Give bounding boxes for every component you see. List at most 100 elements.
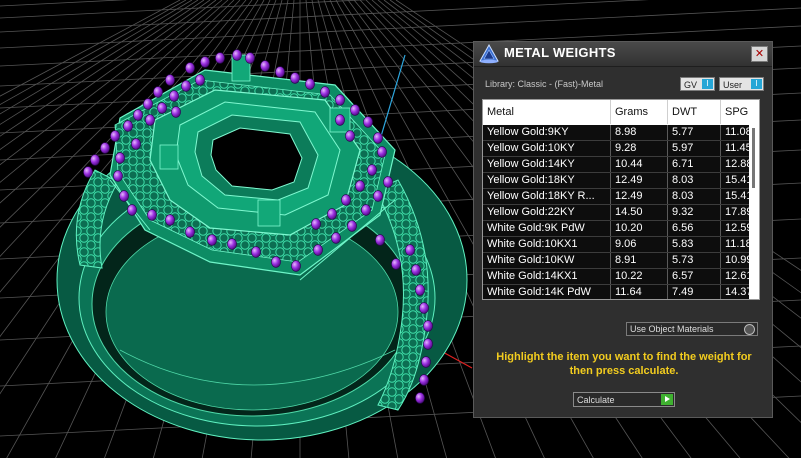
cell-grams: 10.22 — [611, 269, 668, 284]
cell-dwt: 5.97 — [668, 141, 721, 156]
gemstone — [375, 234, 385, 246]
table-row[interactable]: Yellow Gold:22KY14.509.32 17.89 — [483, 205, 749, 221]
cell-spg: 17.89 — [725, 206, 749, 218]
table-row[interactable]: White Gold:10KX19.065.83 11.18 — [483, 237, 749, 253]
gemstone — [181, 80, 191, 92]
cell-metal: Yellow Gold:18KY R... — [483, 189, 611, 204]
user-library-toggle[interactable]: User I — [719, 77, 764, 91]
table-row[interactable]: White Gold:9K PdW10.206.56 12.59 — [483, 221, 749, 237]
cell-metal: White Gold:14KX1 — [483, 269, 611, 284]
cell-grams: 10.44 — [611, 157, 668, 172]
gemstone — [200, 56, 210, 68]
cell-dwt: 5.77 — [668, 125, 721, 140]
gemstone — [143, 98, 153, 110]
metal-table[interactable]: Metal Grams DWT SPG Yellow Gold:9KY 8.98 5… — [482, 99, 760, 300]
gv-library-toggle[interactable]: GV I — [680, 77, 715, 91]
cell-dwt: 8.03 — [668, 173, 721, 188]
gemstone — [227, 238, 237, 250]
play-arrow-icon — [661, 394, 673, 405]
gemstone — [320, 86, 330, 98]
cell-grams: 8.91 — [611, 253, 668, 268]
gemstone — [419, 302, 429, 314]
gemstone — [165, 74, 175, 86]
cell-dwt: 9.32 — [668, 205, 721, 220]
table-row[interactable]: White Gold:14KX110.226.57 12.61 — [483, 269, 749, 285]
table-row[interactable]: White Gold:14K PdW11.647.49 14.37 — [483, 285, 749, 299]
gemstone — [423, 320, 433, 332]
gemstone — [185, 62, 195, 74]
cell-metal: White Gold:9K PdW — [483, 221, 611, 236]
library-label: Library: Classic - (Fast)-Metal — [485, 79, 604, 89]
column-header-spg[interactable]: SPG — [721, 100, 759, 124]
gemstone — [127, 204, 137, 216]
use-object-materials-label: Use Object Materials — [630, 324, 714, 334]
metal-weights-panel: METAL WEIGHTS ✕ Library: Classic - (Fast… — [473, 41, 773, 418]
table-row[interactable]: Yellow Gold:9KY8.985.77 11.08 — [483, 125, 749, 141]
gemstone — [350, 104, 360, 116]
gemstone — [260, 60, 270, 72]
gemstone — [153, 86, 163, 98]
cell-dwt: 6.57 — [668, 269, 721, 284]
gemstone — [347, 220, 357, 232]
gemstone — [290, 72, 300, 84]
gemstone — [391, 258, 401, 270]
cell-grams: 8.98 — [611, 125, 668, 140]
gemstone — [207, 234, 217, 246]
grid-line — [0, 0, 649, 33]
panel-titlebar[interactable]: METAL WEIGHTS ✕ — [474, 42, 772, 67]
calculate-button[interactable]: Calculate — [573, 392, 675, 407]
column-header-grams[interactable]: Grams — [611, 100, 668, 124]
close-icon: ✕ — [754, 47, 765, 60]
cell-spg: 12.88 — [725, 158, 749, 170]
calculate-label: Calculate — [577, 395, 615, 405]
cell-spg: 15.41 — [725, 190, 749, 202]
cell-spg: 15.41 — [725, 174, 749, 186]
gemstone — [123, 120, 133, 132]
gemstone — [411, 264, 421, 276]
table-row[interactable]: White Gold:10KW8.915.73 10.99 — [483, 253, 749, 269]
gemstone — [165, 214, 175, 226]
scrollbar-thumb[interactable] — [752, 128, 755, 188]
radio-icon — [744, 324, 755, 335]
gemstone — [251, 246, 261, 258]
gemstone — [115, 152, 125, 164]
gemstone — [83, 166, 93, 178]
table-header: Metal Grams DWT SPG — [483, 100, 759, 124]
table-row[interactable]: Yellow Gold:10KY9.285.97 11.45 — [483, 141, 749, 157]
gemstone — [405, 244, 415, 256]
column-header-metal[interactable]: Metal — [483, 100, 611, 124]
table-row[interactable]: Yellow Gold:18KY12.498.03 15.41 — [483, 173, 749, 189]
cell-grams: 9.06 — [611, 237, 668, 252]
cell-dwt: 7.49 — [668, 285, 721, 299]
gemstone — [373, 190, 383, 202]
cell-spg: 11.08 — [725, 126, 749, 138]
gemstone — [119, 190, 129, 202]
gemstone — [232, 49, 242, 61]
gemstone — [169, 90, 179, 102]
gemstone — [421, 356, 431, 368]
gemstone — [113, 170, 123, 182]
gemstone — [423, 338, 433, 350]
table-row[interactable]: Yellow Gold:18KY R...12.498.03 15.41 — [483, 189, 749, 205]
gemstone — [145, 114, 155, 126]
gemstone — [327, 208, 337, 220]
cell-dwt: 5.73 — [668, 253, 721, 268]
gv-toggle-icon: I — [702, 79, 713, 89]
table-row[interactable]: Yellow Gold:14KY10.446.71 12.88 — [483, 157, 749, 173]
cell-spg: 12.59 — [725, 222, 749, 234]
gemstone — [331, 232, 341, 244]
cell-metal: Yellow Gold:22KY — [483, 205, 611, 220]
cell-spg: 11.45 — [725, 142, 749, 154]
gemstone — [110, 130, 120, 142]
gemstone — [245, 52, 255, 64]
gemstone — [171, 106, 181, 118]
use-object-materials-option[interactable]: Use Object Materials — [626, 322, 758, 336]
gemstone — [419, 374, 429, 386]
cell-grams: 10.20 — [611, 221, 668, 236]
close-button[interactable]: ✕ — [751, 46, 768, 62]
gemstone — [90, 154, 100, 166]
table-scrollbar[interactable] — [749, 124, 758, 299]
column-header-dwt[interactable]: DWT — [668, 100, 721, 124]
cell-metal: Yellow Gold:18KY — [483, 173, 611, 188]
gemstone — [363, 116, 373, 128]
